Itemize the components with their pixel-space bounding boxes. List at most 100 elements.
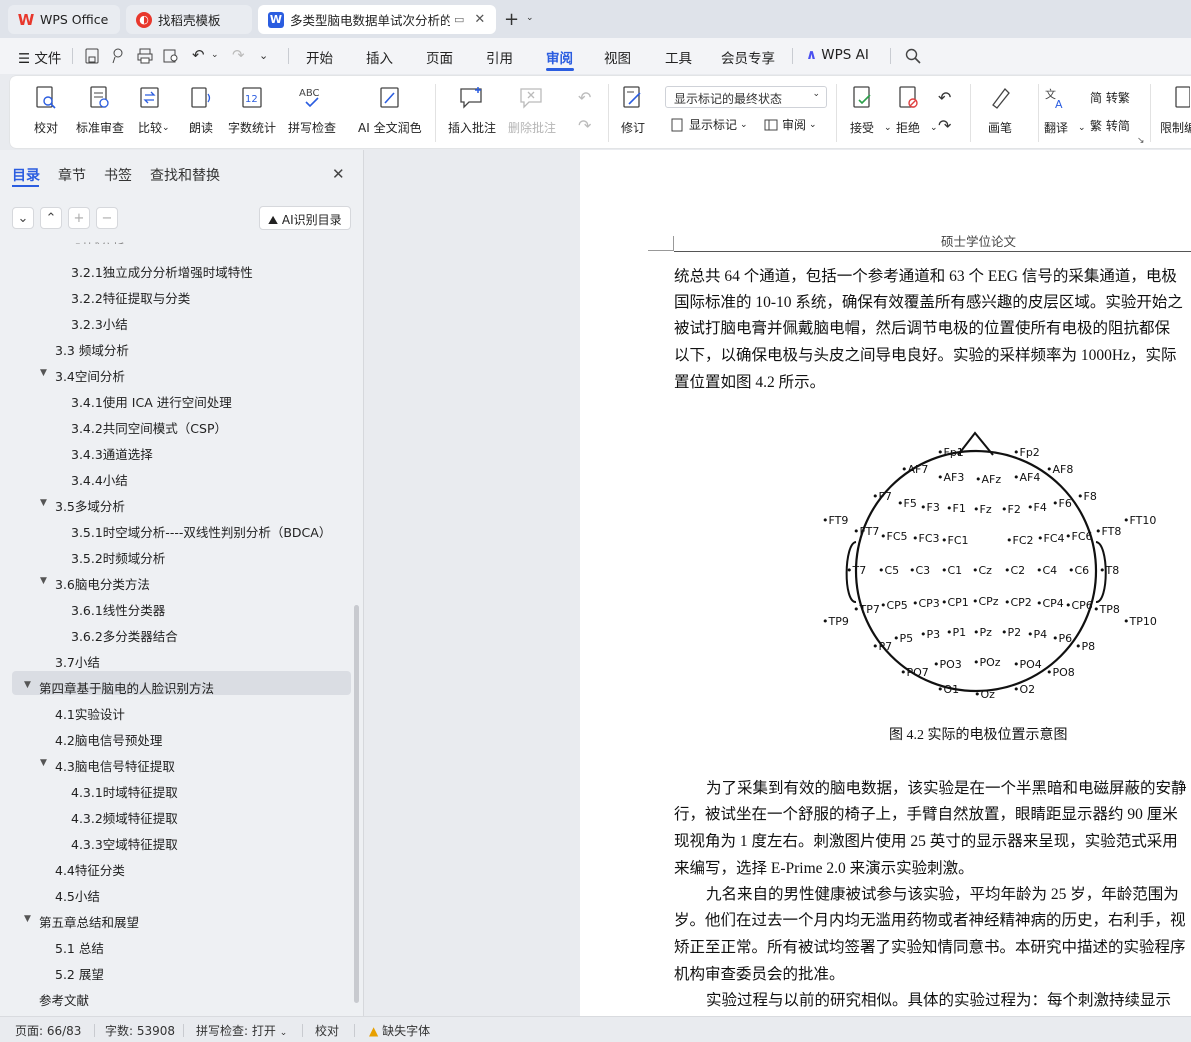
toc-item[interactable]: 4.1实验设计 [55,704,125,723]
delete-comment-button[interactable]: 删除批注 [508,76,556,148]
toc-item[interactable]: 3.2.1独立成分分析增强时域特性 [71,262,253,281]
toc-item[interactable]: 3.4.3通道选择 [71,444,153,463]
restrict-edit-button[interactable]: 限制编 [1160,76,1191,148]
next-change-icon[interactable]: ↷ [938,116,951,135]
translate-button[interactable]: 文A 翻译 ⌄ [1042,76,1086,148]
prev-change-icon[interactable]: ↶ [938,88,951,107]
tab-document[interactable]: W 多类型脑电数据单试次分析的 ▭ ✕ [258,5,496,34]
toc-item[interactable]: 4.3.1时域特征提取 [71,782,178,801]
toc-item[interactable]: 3.6.2多分类器结合 [71,626,178,645]
standard-review-button[interactable]: 标准审查 [76,76,124,148]
review-pane-button[interactable]: 审阅 ⌄ [764,116,817,133]
toc-item[interactable]: 3.4.1使用 ICA 进行空间处理 [71,392,232,411]
menu-start[interactable]: 开始 [306,47,333,67]
insert-comment-button[interactable]: 插入批注 [448,76,496,148]
toc-item[interactable]: 4.2脑电信号预处理 [55,730,162,749]
toc-item[interactable]: 3.5.1时空域分析----双线性判别分析（BDCA） [71,522,331,541]
ai-polish-button[interactable]: AI 全文润色 [358,76,422,148]
proof-status[interactable]: 校对 [315,1022,339,1039]
collapse-triangle-icon[interactable]: ▼ [40,498,47,508]
toc-item[interactable]: 3.7小结 [55,652,100,671]
ribbon-expand-icon[interactable]: ↘ [1137,136,1145,146]
toc-item[interactable]: 3.5.2时频域分析 [71,548,165,567]
reject-button[interactable]: 拒绝 ⌄ [894,76,938,148]
more-chevron-icon[interactable]: ⌄ [259,49,268,62]
menu-tools[interactable]: 工具 [665,47,692,67]
toc-item[interactable]: 第四章基于脑电的人脸识别方法 [39,678,214,697]
promote-button[interactable]: + [68,207,90,229]
toc-item[interactable]: 3.3 频域分析 [55,340,129,359]
toc-scrollbar[interactable] [354,605,359,1003]
toc-item[interactable]: 3.6.1线性分类器 [71,600,165,619]
proofread-button[interactable]: 校对 [32,76,60,148]
collapse-triangle-icon[interactable]: ▼ [24,680,31,690]
tab-find-replace[interactable]: 查找和替换 [150,165,220,185]
menu-view[interactable]: 视图 [604,47,631,67]
collapse-triangle-icon[interactable]: ▼ [40,576,47,586]
undo-chevron-icon[interactable]: ⌄ [211,50,219,60]
undo-icon[interactable]: ↶ [192,46,205,64]
missing-font-status[interactable]: ▲ 缺失字体 [369,1022,430,1039]
toc-item[interactable]: 4.3脑电信号特征提取 [55,756,175,775]
file-menu[interactable]: ☰ 文件 [18,47,61,67]
toc-item[interactable]: 4.3.3空域特征提取 [71,834,178,853]
collapse-triangle-icon[interactable]: ▼ [24,914,31,924]
collapse-triangle-icon[interactable]: ▼ [40,758,47,768]
toc-item[interactable]: 3.2.3小结 [71,314,128,333]
tab-bookmarks[interactable]: 书签 [104,165,132,185]
menu-member[interactable]: 会员专享 [721,47,775,67]
redo-icon[interactable]: ↷ [232,46,245,64]
menu-wps-ai[interactable]: ∧ WPS AI [806,47,869,63]
toc-item[interactable]: 第五章总结和展望 [39,912,139,931]
toc-item[interactable]: 参考文献 [39,990,89,1009]
toc-item[interactable]: 3.4.4小结 [71,470,128,489]
export-pdf-icon[interactable] [111,48,125,64]
track-changes-button[interactable]: 修订 [619,76,647,148]
spell-check-button[interactable]: ABC 拼写检查 [288,76,336,148]
display-mode-select[interactable]: 显示标记的最终状态 ⌄ [665,86,827,108]
toc-item[interactable]: 4.4特征分类 [55,860,125,879]
prev-comment-icon[interactable]: ↶ [578,88,591,107]
read-aloud-button[interactable]: 朗读 [187,76,215,148]
tab-wps-office[interactable]: W WPS Office [8,5,120,34]
next-comment-icon[interactable]: ↷ [578,116,591,135]
menu-page[interactable]: 页面 [426,47,453,67]
toc-item[interactable]: 3.4.2共同空间模式（CSP） [71,418,227,437]
toc-item[interactable]: 5.2 展望 [55,964,104,983]
word-count-button[interactable]: 12 字数统计 [228,76,276,148]
tab-toc[interactable]: 目录 [12,165,40,185]
close-tab-icon[interactable]: ✕ [474,12,485,27]
tab-list-chevron-icon[interactable]: ⌄ [526,13,534,23]
page-indicator[interactable]: 页面: 66/83 [15,1022,81,1039]
menu-insert[interactable]: 插入 [366,47,393,67]
to-traditional-button[interactable]: 简 转繁 [1090,89,1130,106]
toc-item[interactable]: 3.4空间分析 [55,366,125,385]
pen-button[interactable]: 画笔 [986,76,1014,148]
menu-review[interactable]: 审阅 [546,47,573,67]
compare-button[interactable]: 比较 ⌄ [136,76,170,148]
menu-reference[interactable]: 引用 [486,47,513,67]
toc-item[interactable]: 4.3.2频域特征提取 [71,808,178,827]
print-icon[interactable] [137,48,153,64]
new-tab-icon[interactable]: + [504,9,519,30]
word-count[interactable]: 字数: 53908 [105,1022,175,1039]
show-markup-button[interactable]: 显示标记 ⌄ [671,116,748,133]
toc-item[interactable]: 3.5多域分析 [55,496,125,515]
tab-template[interactable]: ◐ 找稻壳模板 [126,5,252,34]
toc-item[interactable]: 5.1 总结 [55,938,104,957]
collapse-triangle-icon[interactable]: ▼ [40,368,47,378]
expand-all-button[interactable]: ⌄ [12,207,34,229]
toc-item-clipped[interactable]: 3.2时域分析 [55,238,125,244]
accept-button[interactable]: 接受 ⌄ [848,76,892,148]
toc-item[interactable]: 4.5小结 [55,886,100,905]
demote-button[interactable]: − [96,207,118,229]
spell-check-status[interactable]: 拼写检查: 打开 ⌄ [196,1022,287,1039]
tab-chapters[interactable]: 章节 [58,165,86,185]
search-icon[interactable] [905,48,921,64]
print-preview-icon[interactable] [163,48,179,64]
toc-item[interactable]: 3.6脑电分类方法 [55,574,150,593]
save-icon[interactable] [85,48,99,64]
to-simplified-button[interactable]: 繁 转简 [1090,117,1130,134]
toc-item[interactable]: 3.2.2特征提取与分类 [71,288,190,307]
ai-toc-button[interactable]: ⛰ AI识别目录 [259,206,351,230]
